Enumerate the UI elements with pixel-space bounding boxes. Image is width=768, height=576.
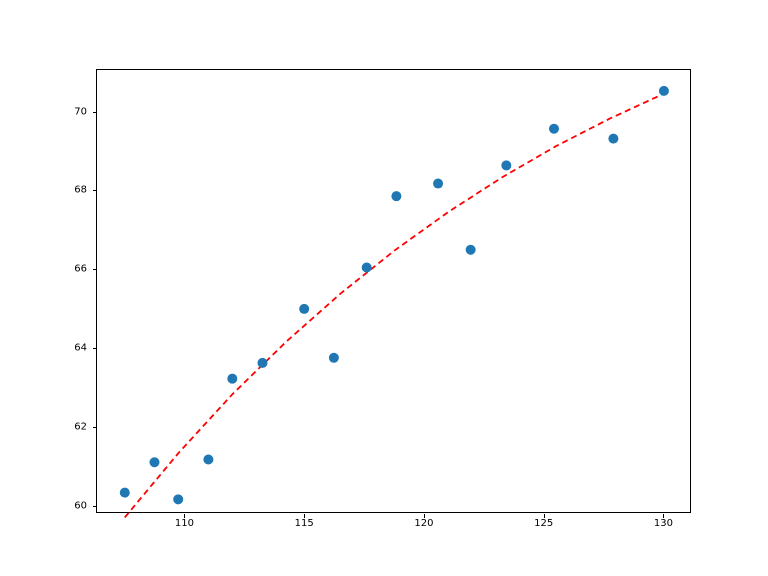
data-point <box>501 161 511 171</box>
fitted-curve <box>125 94 664 518</box>
y-tick-label: 62 <box>74 421 87 432</box>
data-point <box>549 124 559 134</box>
data-point <box>258 358 268 368</box>
chart-axes: 110115120125130 606264666870 <box>96 69 691 513</box>
y-tick <box>93 348 97 349</box>
fitted-curve-path <box>125 94 664 518</box>
y-tick <box>93 112 97 113</box>
data-point <box>149 457 159 467</box>
x-tick <box>544 514 545 518</box>
y-tick-label: 66 <box>74 264 87 275</box>
x-tick <box>424 514 425 518</box>
chart-figure: 110 115 120 125 130 60 62 64 66 68 70 <box>0 0 768 576</box>
chart-plot-area <box>97 70 692 514</box>
y-tick-label: 70 <box>74 106 87 117</box>
data-point <box>299 304 309 314</box>
data-point <box>433 179 443 189</box>
y-tick <box>93 190 97 191</box>
x-tick-label: 115 <box>295 518 314 529</box>
data-point <box>391 191 401 201</box>
data-point <box>173 494 183 504</box>
data-point <box>466 245 476 255</box>
data-point <box>120 488 130 498</box>
data-point <box>329 353 339 363</box>
x-tick-label: 110 <box>175 518 194 529</box>
y-tick <box>93 427 97 428</box>
y-tick-label: 68 <box>74 185 87 196</box>
data-point <box>608 134 618 144</box>
x-tick <box>184 514 185 518</box>
scatter-points <box>120 86 669 504</box>
y-tick-label: 64 <box>74 343 87 354</box>
data-point <box>203 455 213 465</box>
x-tick-label: 130 <box>654 518 673 529</box>
data-point <box>227 374 237 384</box>
data-point <box>362 263 372 273</box>
data-point <box>659 86 669 96</box>
x-tick <box>663 514 664 518</box>
y-tick <box>93 269 97 270</box>
x-tick-label: 125 <box>534 518 553 529</box>
y-tick-label: 60 <box>74 500 87 511</box>
y-tick <box>93 506 97 507</box>
x-tick <box>304 514 305 518</box>
x-tick-label: 120 <box>414 518 433 529</box>
